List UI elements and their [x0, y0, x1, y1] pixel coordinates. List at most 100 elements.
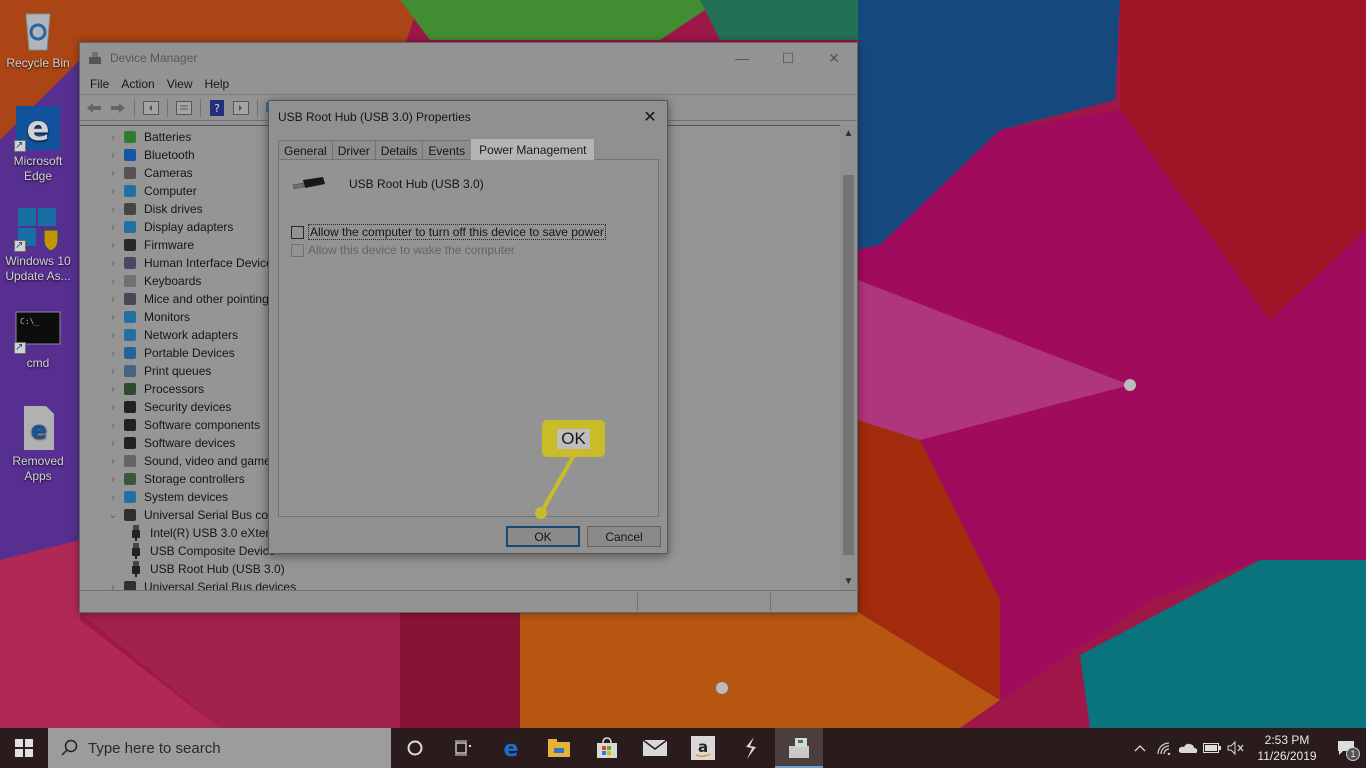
tree-item[interactable]: › Print queues: [106, 362, 211, 380]
dialog-close-button[interactable]: ✕: [633, 101, 667, 132]
desktop-icon-recycle-bin[interactable]: Recycle Bin: [2, 6, 74, 71]
show-hidden-icons-button[interactable]: [1128, 728, 1152, 768]
tree-item[interactable]: › Processors: [106, 380, 204, 398]
chevron-right-icon[interactable]: ›: [106, 186, 120, 197]
chevron-right-icon[interactable]: ›: [106, 222, 120, 233]
tree-item[interactable]: › Batteries: [106, 128, 191, 146]
chevron-right-icon[interactable]: ›: [106, 438, 120, 449]
tree-item[interactable]: › Storage controllers: [106, 470, 245, 488]
chevron-down-icon[interactable]: ⌄: [106, 510, 120, 521]
chevron-right-icon[interactable]: ›: [106, 132, 120, 143]
chevron-right-icon[interactable]: ›: [106, 402, 120, 413]
taskbar-task-view[interactable]: [439, 728, 487, 768]
tree-child-item[interactable]: USB Composite Device: [128, 542, 275, 560]
taskbar-clock[interactable]: 2:53 PM 11/26/2019: [1248, 732, 1326, 764]
close-button[interactable]: ✕: [811, 43, 857, 73]
tree-scrollbar[interactable]: ▲ ▼: [840, 125, 857, 590]
tab-details[interactable]: Details: [374, 140, 424, 160]
portable-device-icon: [122, 345, 138, 361]
action-center-button[interactable]: 1: [1326, 728, 1366, 768]
scroll-down-icon[interactable]: ▼: [840, 573, 857, 590]
taskbar-amazon[interactable]: a: [679, 728, 727, 768]
taskbar-edge[interactable]: e: [487, 728, 535, 768]
network-button[interactable]: [1152, 728, 1176, 768]
menu-view[interactable]: View: [161, 77, 199, 91]
chevron-right-icon[interactable]: ›: [106, 420, 120, 431]
help-button[interactable]: ?: [207, 98, 227, 118]
desktop-icon-windows-update[interactable]: Windows 10 Update As...: [2, 204, 74, 284]
taskbar-search-box[interactable]: Type here to search: [48, 728, 391, 768]
tree-item[interactable]: › Portable Devices: [106, 344, 234, 362]
taskbar-cortana[interactable]: [391, 728, 439, 768]
allow-turn-off-checkbox[interactable]: [291, 225, 304, 239]
chevron-right-icon[interactable]: ›: [106, 240, 120, 251]
tree-item[interactable]: › Monitors: [106, 308, 190, 326]
chevron-right-icon[interactable]: ›: [106, 150, 120, 161]
tree-item[interactable]: › Computer: [106, 182, 196, 200]
allow-turn-off-label[interactable]: Allow the computer to turn off this devi…: [308, 224, 606, 240]
tree-item[interactable]: › Keyboards: [106, 272, 201, 290]
chevron-right-icon[interactable]: ›: [106, 276, 120, 287]
scroll-up-icon[interactable]: ▲: [840, 125, 857, 142]
tab-driver[interactable]: Driver: [331, 140, 376, 160]
chevron-right-icon[interactable]: ›: [106, 366, 120, 377]
maximize-button[interactable]: ☐: [765, 43, 811, 73]
taskbar-store[interactable]: [583, 728, 631, 768]
chevron-right-icon[interactable]: ›: [106, 456, 120, 467]
chevron-right-icon[interactable]: ›: [106, 312, 120, 323]
tree-item[interactable]: › Firmware: [106, 236, 194, 254]
chevron-right-icon[interactable]: ›: [106, 474, 120, 485]
chevron-right-icon[interactable]: ›: [106, 258, 120, 269]
start-button[interactable]: [0, 728, 48, 768]
onedrive-button[interactable]: [1176, 728, 1200, 768]
taskbar-device-manager[interactable]: [775, 728, 823, 768]
chevron-right-icon[interactable]: ›: [106, 348, 120, 359]
tree-item[interactable]: › Disk drives: [106, 200, 202, 218]
minimize-button[interactable]: —: [719, 43, 765, 73]
tree-item[interactable]: › Software devices: [106, 434, 235, 452]
scrollbar-thumb[interactable]: [843, 175, 854, 555]
usb-icon: [128, 543, 144, 559]
tab-events[interactable]: Events: [422, 140, 472, 160]
tree-item[interactable]: › Bluetooth: [106, 146, 194, 164]
chevron-right-icon[interactable]: ›: [106, 492, 120, 503]
forward-button[interactable]: [108, 98, 128, 118]
taskbar-app[interactable]: [727, 728, 775, 768]
tree-item-label: Storage controllers: [144, 472, 245, 486]
volume-button[interactable]: [1224, 728, 1248, 768]
cancel-button[interactable]: Cancel: [587, 526, 661, 547]
taskbar-file-explorer[interactable]: [535, 728, 583, 768]
menu-help[interactable]: Help: [199, 77, 236, 91]
chevron-right-icon[interactable]: ›: [106, 330, 120, 341]
chevron-right-icon[interactable]: ›: [106, 384, 120, 395]
chevron-right-icon[interactable]: ›: [106, 168, 120, 179]
tree-item[interactable]: › System devices: [106, 488, 228, 506]
back-button[interactable]: [84, 98, 104, 118]
tree-item[interactable]: › Human Interface Devices: [106, 254, 278, 272]
taskbar-mail[interactable]: [631, 728, 679, 768]
properties-button[interactable]: [174, 98, 194, 118]
tree-item[interactable]: › Network adapters: [106, 326, 238, 344]
chevron-right-icon[interactable]: ›: [106, 582, 120, 591]
ok-button[interactable]: OK: [506, 526, 580, 547]
show-action-pane-button[interactable]: [231, 98, 251, 118]
tree-item[interactable]: › Software components: [106, 416, 260, 434]
menu-file[interactable]: File: [84, 77, 115, 91]
tree-child-item[interactable]: USB Root Hub (USB 3.0): [128, 560, 285, 578]
show-hide-console-tree-button[interactable]: [141, 98, 161, 118]
tree-item[interactable]: › Cameras: [106, 164, 192, 182]
tree-item[interactable]: › Display adapters: [106, 218, 233, 236]
battery-button[interactable]: [1200, 728, 1224, 768]
tree-item[interactable]: › Universal Serial Bus devices: [106, 578, 296, 590]
tab-power-management[interactable]: Power Management: [470, 138, 596, 160]
menu-action[interactable]: Action: [115, 77, 160, 91]
desktop-icon-microsoft-edge[interactable]: e Microsoft Edge: [2, 104, 74, 184]
tree-item[interactable]: › Security devices: [106, 398, 231, 416]
chevron-right-icon[interactable]: ›: [106, 294, 120, 305]
tab-general[interactable]: General: [278, 140, 333, 160]
allow-turn-off-option[interactable]: Allow the computer to turn off this devi…: [291, 224, 606, 240]
dialog-titlebar[interactable]: USB Root Hub (USB 3.0) Properties: [269, 101, 667, 132]
desktop-icon-cmd[interactable]: C:\_ cmd: [2, 306, 74, 371]
chevron-right-icon[interactable]: ›: [106, 204, 120, 215]
desktop-icon-removed-apps[interactable]: e Removed Apps: [2, 404, 74, 484]
